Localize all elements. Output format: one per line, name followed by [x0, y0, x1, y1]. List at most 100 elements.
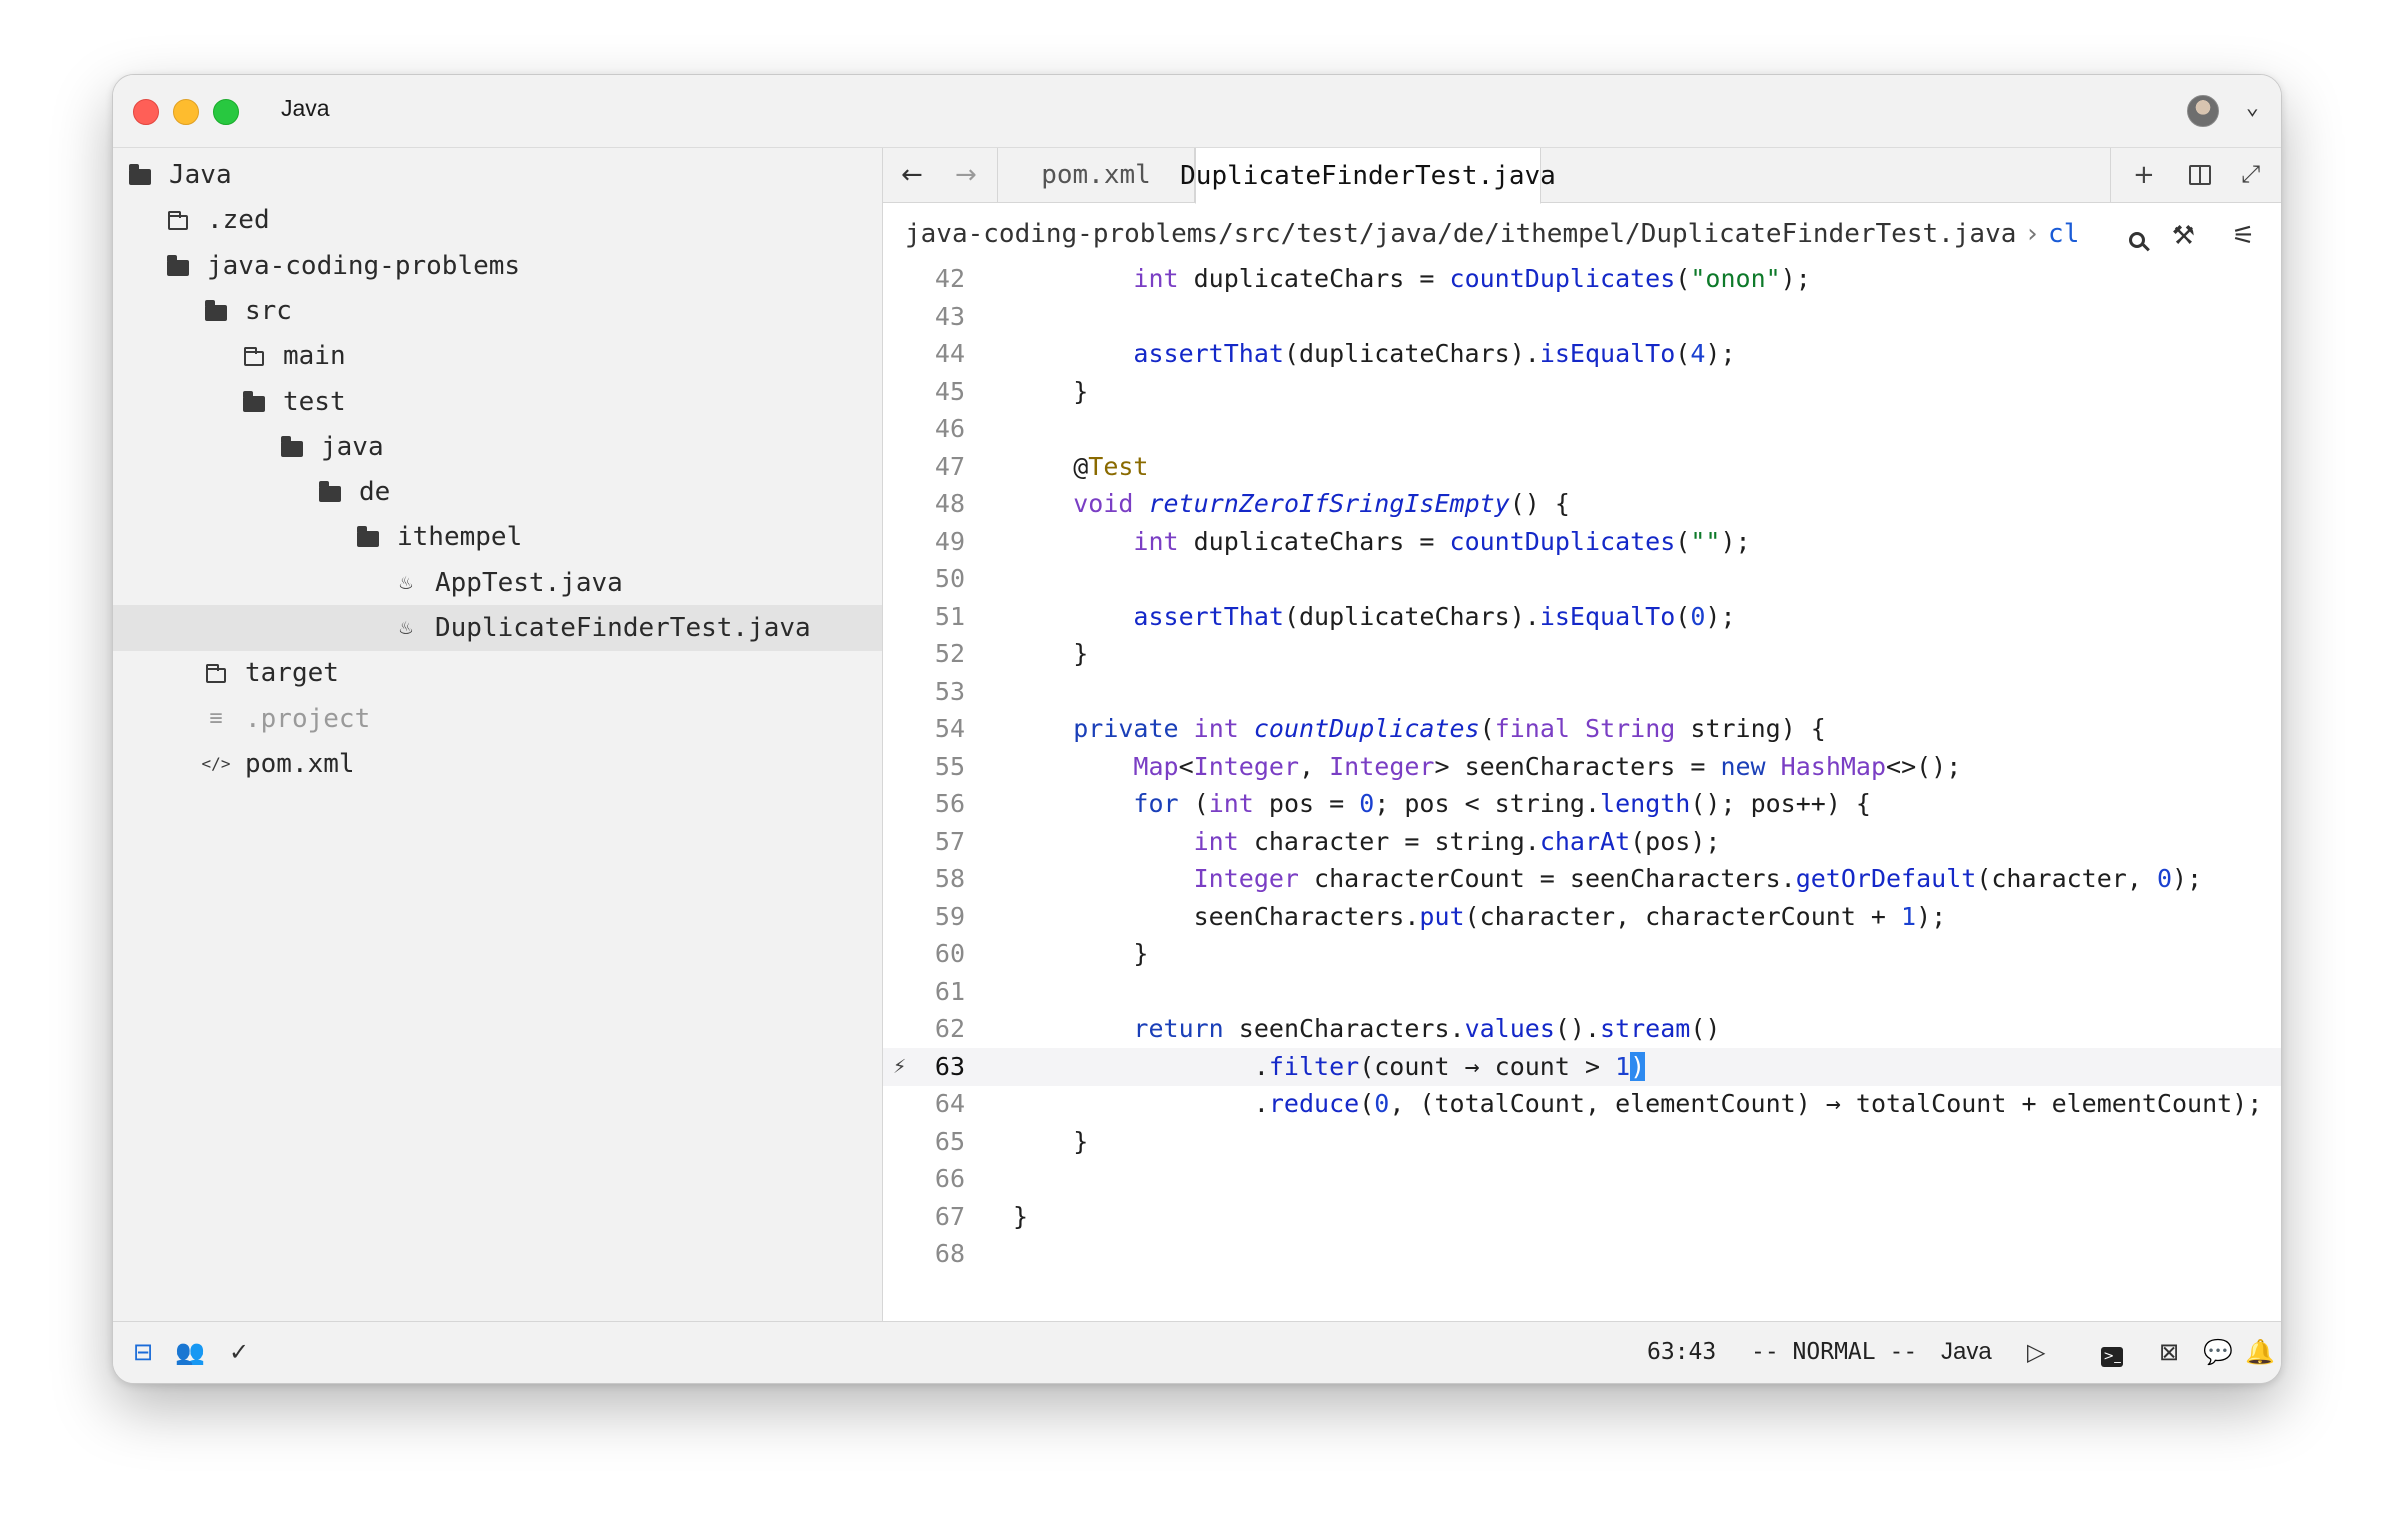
code-line[interactable]: 42 int duplicateChars = countDuplicates(… [883, 268, 2281, 298]
code-line[interactable]: 56 for (int pos = 0; pos < string.length… [883, 785, 2281, 823]
sidebar-item[interactable]: java [113, 424, 882, 470]
assistant-wand-icon[interactable]: ⚒ [2172, 221, 2195, 251]
sidebar-item[interactable]: de [113, 469, 882, 515]
code-line[interactable]: 67} [883, 1198, 2281, 1236]
code-token: () { [1509, 489, 1570, 518]
chat-icon[interactable]: 💬 [2203, 1338, 2233, 1366]
arrow-right-icon[interactable]: → [955, 160, 977, 190]
code-text: int duplicateChars = countDuplicates("")… [1013, 523, 1750, 561]
line-number: 54 [934, 714, 965, 743]
code-line[interactable]: 50 [883, 560, 2281, 598]
cursor-position[interactable]: 63:43 [1647, 1339, 1716, 1365]
sidebar-item[interactable]: ≡ .project [113, 696, 882, 742]
arrow-left-icon[interactable]: ← [901, 160, 923, 190]
bell-icon[interactable]: 🔔 [2245, 1338, 2275, 1366]
code-line[interactable]: 43 [883, 298, 2281, 336]
breadcrumb-separator: › [2024, 219, 2041, 249]
project-panel: Java .zed java-coding-problems src main test j… [113, 148, 883, 1321]
code-text: @Test [1013, 448, 1148, 486]
code-line[interactable]: 64 .reduce(0, (totalCount, elementCount)… [883, 1085, 2281, 1123]
play-icon[interactable]: ▷ [2027, 1338, 2045, 1366]
sidebar-item[interactable]: Java [113, 152, 882, 198]
code-token: int [1133, 526, 1179, 556]
code-token: < [1178, 751, 1194, 781]
code-line[interactable]: 61 [883, 973, 2281, 1011]
chevron-down-icon[interactable]: ⌄ [2246, 95, 2259, 120]
plus-icon[interactable]: + [2133, 160, 2155, 190]
code-line[interactable]: 51 assertThat(duplicateChars).isEqualTo(… [883, 598, 2281, 636]
code-token: int [1133, 268, 1179, 293]
tab-label: pom.xml [1041, 160, 1151, 190]
code-line[interactable]: 44 assertThat(duplicateChars).isEqualTo(… [883, 335, 2281, 373]
assistant-icon[interactable]: ⊠ [2159, 1338, 2179, 1366]
code-token: , (totalCount, elementCount) → totalCoun… [1389, 1089, 2263, 1118]
code-line[interactable]: 49 int duplicateChars = countDuplicates(… [883, 523, 2281, 561]
search-icon[interactable] [2129, 221, 2145, 251]
sidebar-item[interactable]: java-coding-problems [113, 243, 882, 289]
code-token: values [1464, 1014, 1555, 1043]
code-token: 4 [1690, 339, 1706, 368]
code-line[interactable]: 62 return seenCharacters.values().stream… [883, 1010, 2281, 1048]
close-window-button[interactable] [133, 99, 159, 125]
project-panel-icon[interactable]: ⊟ [133, 1338, 153, 1366]
breadcrumb-symbol[interactable]: cl [2048, 219, 2079, 249]
code-token: } [1013, 1201, 1029, 1231]
breadcrumb-path[interactable]: java-coding-problems/src/test/java/de/it… [905, 219, 2016, 249]
code-token: duplicateChars = [1178, 526, 1450, 556]
sidebar-item[interactable]: main [113, 333, 882, 379]
code-text: for (int pos = 0; pos < string.length();… [1013, 785, 1871, 823]
code-line[interactable]: 65 } [883, 1123, 2281, 1161]
code-line[interactable]: 48 void returnZeroIfSringIsEmpty() { [883, 485, 2281, 523]
code-line[interactable]: 54 private int countDuplicates(final Str… [883, 710, 2281, 748]
language-selector[interactable]: Java [1941, 1338, 1992, 1366]
code-line[interactable]: 45 } [883, 373, 2281, 411]
code-area[interactable]: 42 int duplicateChars = countDuplicates(… [883, 268, 2281, 1321]
code-line[interactable]: 59 seenCharacters.put(character, charact… [883, 898, 2281, 936]
sidebar-item[interactable]: </> pom.xml [113, 741, 882, 787]
checkmark-icon[interactable]: ✓ [229, 1338, 249, 1366]
sidebar-item[interactable]: ♨ DuplicateFinderTest.java [113, 605, 882, 651]
code-token: ( [1675, 526, 1691, 556]
code-line[interactable]: 53 [883, 673, 2281, 711]
folder-open-icon [279, 434, 305, 460]
code-line[interactable]: 66 [883, 1160, 2281, 1198]
code-line[interactable]: ⚡ 63 .filter(count → count > 1) [883, 1047, 2281, 1086]
code-token: ); [1705, 339, 1736, 368]
minimize-window-button[interactable] [173, 99, 199, 125]
code-token: Test [1088, 451, 1149, 481]
code-token: for [1133, 789, 1179, 818]
sidebar-item[interactable]: target [113, 650, 882, 696]
line-number: 63 [934, 1051, 965, 1081]
code-line[interactable]: 47 @Test [883, 448, 2281, 486]
code-line[interactable]: 55 Map<Integer, Integer> seenCharacters … [883, 748, 2281, 786]
maximize-window-button[interactable] [213, 99, 239, 125]
split-pane-icon[interactable] [2189, 165, 2211, 185]
settings-sliders-icon[interactable]: ⚟ [2232, 221, 2255, 251]
sidebar-item[interactable]: test [113, 379, 882, 425]
sidebar-item-label: src [245, 295, 292, 326]
collaborators-icon[interactable]: 👥 [175, 1338, 205, 1366]
sidebar-item[interactable]: ithempel [113, 514, 882, 560]
tab-duplicate-finder-test[interactable]: DuplicateFinderTest.java [1180, 148, 1556, 204]
sidebar-item[interactable]: src [113, 288, 882, 334]
sidebar-item[interactable]: .zed [113, 197, 882, 243]
code-token: int [1208, 789, 1254, 818]
code-line[interactable]: 57 int character = string.charAt(pos); [883, 823, 2281, 861]
folder-open-icon [317, 479, 343, 505]
code-line[interactable]: 60 } [883, 935, 2281, 973]
code-line[interactable]: 68 [883, 1235, 2281, 1273]
code-line[interactable]: 52 } [883, 635, 2281, 673]
terminal-icon[interactable]: >_ [2101, 1338, 2123, 1367]
code-token: countDuplicates [1253, 714, 1480, 743]
maximize-icon[interactable]: ⤢ [2241, 160, 2260, 188]
user-avatar[interactable] [2187, 95, 2219, 127]
code-token: ( [1479, 714, 1495, 743]
code-token: void [1073, 489, 1134, 518]
code-line[interactable]: 58 Integer characterCount = seenCharacte… [883, 860, 2281, 898]
sidebar-item[interactable]: ♨ AppTest.java [113, 560, 882, 606]
code-line[interactable]: 46 [883, 410, 2281, 448]
line-number: 42 [934, 268, 965, 293]
tab-pom-xml[interactable]: pom.xml [997, 148, 1195, 202]
